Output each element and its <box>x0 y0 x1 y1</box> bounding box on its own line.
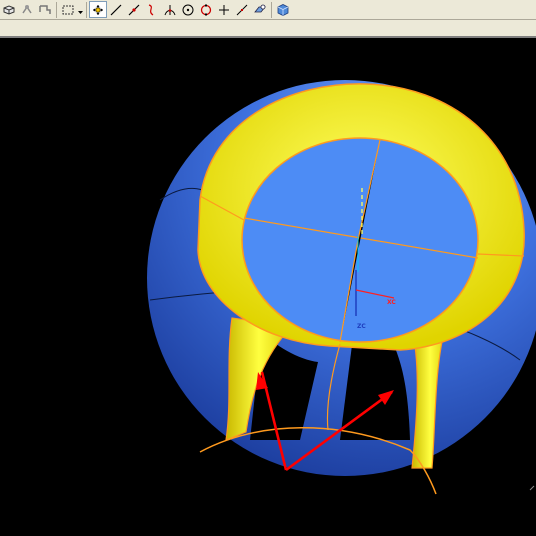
toolbar-separator <box>271 1 272 18</box>
toolbar-separator <box>56 1 57 18</box>
diagonal-line-button[interactable] <box>233 1 251 18</box>
cube-button[interactable] <box>274 1 292 18</box>
chevron-down-icon <box>78 0 83 19</box>
move-handles-button[interactable] <box>89 1 107 18</box>
cross-button[interactable] <box>215 1 233 18</box>
selection-dropdown[interactable] <box>77 1 84 18</box>
line-point-button[interactable] <box>125 1 143 18</box>
toolbar <box>0 0 536 20</box>
circle-quadrant-button[interactable] <box>197 1 215 18</box>
intersection-button[interactable] <box>161 1 179 18</box>
line-point-icon <box>127 4 141 16</box>
box-view-button[interactable] <box>0 1 18 18</box>
selection-rectangle-button[interactable] <box>59 1 77 18</box>
intersection-icon <box>163 4 177 16</box>
circle-quadrant-icon <box>199 4 213 16</box>
circle-center-button[interactable] <box>179 1 197 18</box>
graphics-viewport[interactable]: ZC XC <box>0 38 536 532</box>
transform-icon <box>38 4 52 16</box>
axis-label-zc: ZC <box>357 323 366 330</box>
toolbar-separator <box>86 1 87 18</box>
move-handles-icon <box>92 4 104 16</box>
view-orient-button[interactable] <box>251 1 269 18</box>
transform-button[interactable] <box>36 1 54 18</box>
axis-label-xc: XC <box>387 299 396 306</box>
view-orient-icon <box>253 4 267 16</box>
snap-point-button[interactable] <box>18 1 36 18</box>
corner-marker <box>529 485 535 491</box>
line-icon <box>109 4 123 16</box>
circle-center-icon <box>181 4 195 16</box>
cross-icon <box>217 4 231 16</box>
line-button[interactable] <box>107 1 125 18</box>
selection-rectangle-icon <box>61 4 75 16</box>
snap-point-icon <box>20 4 34 16</box>
curve-icon <box>145 3 159 16</box>
diagonal-line-icon <box>235 4 249 16</box>
cube-icon <box>276 3 290 16</box>
model-canvas: ZC XC <box>147 80 536 495</box>
toolbar-row-2 <box>0 20 536 36</box>
box-view-icon <box>2 4 16 16</box>
curve-button[interactable] <box>143 1 161 18</box>
